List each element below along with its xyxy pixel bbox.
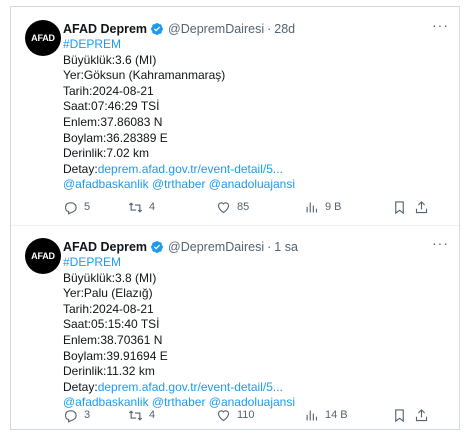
- bookmark-button[interactable]: [392, 200, 414, 215]
- author-handle[interactable]: @DepremDairesi: [168, 22, 264, 36]
- date-line: Tarih:2024-08-21: [63, 83, 154, 98]
- timestamp[interactable]: 1 sa: [274, 240, 298, 254]
- retweet-button[interactable]: 4: [128, 200, 216, 215]
- hashtag-link[interactable]: #DEPREM: [63, 255, 443, 271]
- author-name[interactable]: AFAD Deprem: [63, 22, 147, 36]
- tweet-text: #DEPREM Büyüklük:3.8 (MI) Yer:Palu (Elaz…: [63, 255, 443, 411]
- author-handle[interactable]: @DepremDairesi: [168, 240, 264, 254]
- bookmark-icon: [395, 408, 404, 422]
- avatar[interactable]: AFAD: [25, 20, 61, 56]
- timeline: AFAD AFAD Deprem @DepremDairesi · 28d ··…: [10, 6, 460, 430]
- retweet-count: 4: [149, 201, 156, 213]
- depth-line: Derinlik:11.32 km: [63, 364, 155, 379]
- heart-icon: [217, 409, 230, 421]
- views-chart-icon: [306, 202, 318, 212]
- tweet-actions: 3 4 110 14 B: [63, 405, 449, 425]
- tweet[interactable]: AFAD AFAD Deprem @DepremDairesi · 28d ··…: [11, 7, 459, 226]
- share-button[interactable]: [414, 200, 436, 215]
- latitude-line: Enlem:38.70361 N: [63, 332, 163, 347]
- separator-dot: ·: [267, 240, 272, 254]
- views-button[interactable]: 9 B: [304, 200, 392, 215]
- retweet-icon: [128, 201, 143, 213]
- view-count: 14 B: [325, 409, 348, 421]
- longitude-line: Boylam:36.28389 E: [63, 130, 168, 145]
- share-icon: [415, 408, 428, 421]
- magnitude-line: Büyüklük:3.8 (MI): [63, 270, 157, 285]
- like-count: 85: [237, 201, 250, 213]
- reply-count: 5: [84, 201, 91, 213]
- magnitude-line: Büyüklük:3.6 (MI): [63, 52, 157, 67]
- longitude-line: Boylam:39.91694 E: [63, 348, 168, 363]
- mentions-links[interactable]: @afadbaskanlik @trthaber @anadoluajansi: [63, 177, 443, 193]
- tweet-header: AFAD Deprem @DepremDairesi · 1 sa: [63, 238, 298, 256]
- bookmark-button[interactable]: [392, 408, 414, 423]
- tweet[interactable]: AFAD AFAD Deprem @DepremDairesi · 1 sa ·…: [11, 225, 459, 429]
- more-horizontal-icon[interactable]: ···: [432, 17, 449, 33]
- detail-line: Detay:deprem.afad.gov.tr/event-detail/5.…: [63, 162, 443, 178]
- author-name[interactable]: AFAD Deprem: [63, 240, 147, 254]
- tweet-actions: 5 4 85 9 B: [63, 197, 449, 217]
- view-count: 9 B: [325, 201, 342, 213]
- reply-button[interactable]: 5: [63, 200, 128, 215]
- reply-button[interactable]: 3: [63, 408, 128, 423]
- latitude-line: Enlem:37.86083 N: [63, 114, 163, 129]
- avatar-logo-text: AFAD: [31, 251, 55, 261]
- detail-line: Detay:deprem.afad.gov.tr/event-detail/5.…: [63, 380, 443, 396]
- views-chart-icon: [306, 410, 318, 420]
- retweet-count: 4: [149, 409, 156, 421]
- verified-badge-icon: [151, 241, 164, 253]
- tweet-header: AFAD Deprem @DepremDairesi · 28d: [63, 20, 295, 38]
- bookmark-icon: [395, 200, 404, 214]
- tweet-text: #DEPREM Büyüklük:3.6 (MI) Yer:Göksun (Ka…: [63, 37, 443, 193]
- views-button[interactable]: 14 B: [304, 408, 392, 423]
- time-line: Saat:07:46:29 TSİ: [63, 99, 160, 114]
- avatar-logo-text: AFAD: [31, 33, 55, 43]
- like-button[interactable]: 85: [216, 200, 304, 215]
- depth-line: Derinlik:7.02 km: [63, 146, 150, 161]
- hashtag-link[interactable]: #DEPREM: [63, 37, 443, 53]
- separator-dot: ·: [267, 22, 272, 36]
- location-line: Yer:Göksun (Kahramanmaraş): [63, 68, 226, 83]
- location-line: Yer:Palu (Elazığ): [63, 286, 153, 301]
- detail-label: Detay:: [63, 379, 98, 394]
- retweet-icon: [128, 409, 143, 421]
- like-button[interactable]: 110: [216, 408, 304, 423]
- date-line: Tarih:2024-08-21: [63, 301, 154, 316]
- retweet-button[interactable]: 4: [128, 408, 216, 423]
- timestamp[interactable]: 28d: [274, 22, 295, 36]
- more-horizontal-icon[interactable]: ···: [432, 235, 449, 251]
- reply-icon: [64, 201, 77, 215]
- avatar[interactable]: AFAD: [25, 238, 61, 274]
- time-line: Saat:05:15:40 TSİ: [63, 317, 160, 332]
- verified-badge-icon: [151, 23, 164, 35]
- reply-icon: [64, 409, 77, 423]
- detail-link[interactable]: deprem.afad.gov.tr/event-detail/5...: [98, 162, 283, 176]
- detail-link[interactable]: deprem.afad.gov.tr/event-detail/5...: [98, 380, 283, 394]
- heart-icon: [217, 201, 230, 213]
- share-button[interactable]: [414, 408, 436, 423]
- share-icon: [415, 200, 428, 213]
- reply-count: 3: [84, 409, 91, 421]
- detail-label: Detay:: [63, 161, 98, 176]
- like-count: 110: [237, 409, 255, 421]
